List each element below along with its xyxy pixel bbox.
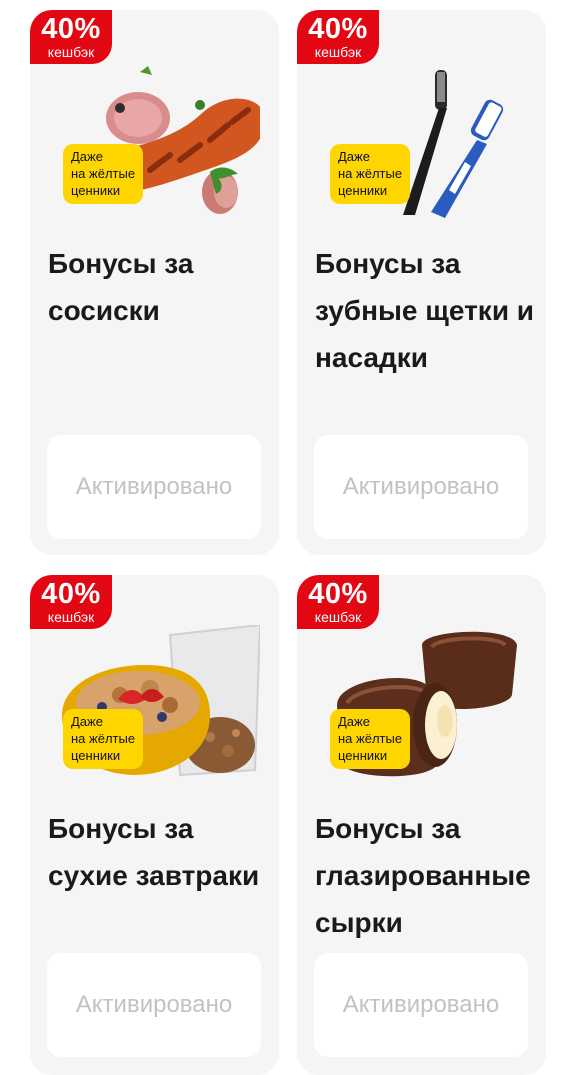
cashback-label: кешбэк: [314, 44, 362, 60]
cashback-badge: 40% кешбэк: [297, 10, 379, 64]
offer-card-cereal[interactable]: Даже на жёлтые ценники 40% кешбэк Бонусы…: [30, 575, 279, 1075]
sticker-line: на жёлтые: [71, 731, 136, 746]
offer-card-curd-snacks[interactable]: Даже на жёлтые ценники 40% кешбэк Бонусы…: [297, 575, 546, 1075]
sticker-line: на жёлтые: [338, 731, 403, 746]
cashback-percent: 40%: [41, 578, 101, 610]
cashback-percent: 40%: [41, 13, 101, 45]
sticker-line: Даже: [71, 149, 103, 164]
offer-title: Бонусы за сухие завтраки: [48, 813, 260, 891]
cashback-label: кешбэк: [47, 44, 95, 60]
yellow-price-sticker: Даже на жёлтые ценники: [63, 144, 144, 204]
sticker-line: Даже: [338, 149, 370, 164]
offer-card-sausages[interactable]: Даже на жёлтые ценники 40% кешбэк Бонусы…: [30, 10, 279, 555]
yellow-price-sticker: Даже на жёлтые ценники: [63, 709, 144, 769]
offer-title: Бонусы за сосиски: [48, 248, 194, 326]
cashback-badge: 40% кешбэк: [297, 575, 379, 629]
sticker-line: Даже: [71, 714, 103, 729]
activate-button[interactable]: Активировано: [314, 953, 528, 1057]
yellow-price-sticker: Даже на жёлтые ценники: [330, 709, 411, 769]
activate-button[interactable]: Активировано: [47, 953, 261, 1057]
cashback-percent: 40%: [308, 13, 368, 45]
sticker-line: ценники: [71, 183, 121, 198]
cashback-percent: 40%: [308, 578, 368, 610]
sticker-line: на жёлтые: [338, 166, 403, 181]
cashback-badge: 40% кешбэк: [30, 575, 112, 629]
yellow-price-sticker: Даже на жёлтые ценники: [330, 144, 411, 204]
activate-button[interactable]: Активировано: [314, 435, 528, 539]
sticker-line: на жёлтые: [71, 166, 136, 181]
sticker-line: ценники: [71, 748, 121, 763]
cashback-badge: 40% кешбэк: [30, 10, 112, 64]
cashback-label: кешбэк: [314, 609, 362, 625]
offer-card-toothbrushes[interactable]: Даже на жёлтые ценники 40% кешбэк Бонусы…: [297, 10, 546, 555]
sticker-line: ценники: [338, 748, 388, 763]
sticker-line: ценники: [338, 183, 388, 198]
activate-button[interactable]: Активировано: [47, 435, 261, 539]
offer-title: Бонусы за глазированные сырки: [315, 813, 531, 938]
sticker-line: Даже: [338, 714, 370, 729]
offer-title: Бонусы за зубные щетки и насадки: [315, 248, 535, 373]
cashback-label: кешбэк: [47, 609, 95, 625]
